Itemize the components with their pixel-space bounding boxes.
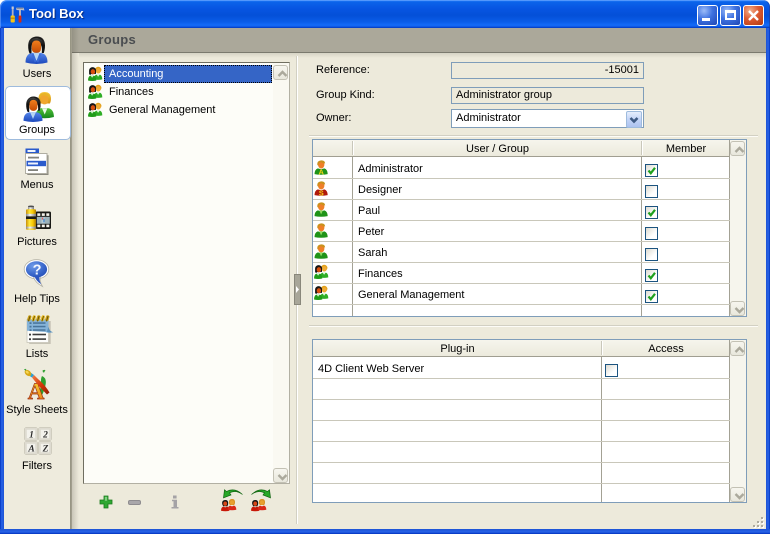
svg-text:A: A: [27, 445, 34, 455]
svg-text:Z: Z: [42, 445, 49, 455]
svg-text:2: 2: [42, 431, 48, 441]
svg-text:1: 1: [29, 431, 34, 441]
svg-text:?: ?: [33, 263, 42, 279]
